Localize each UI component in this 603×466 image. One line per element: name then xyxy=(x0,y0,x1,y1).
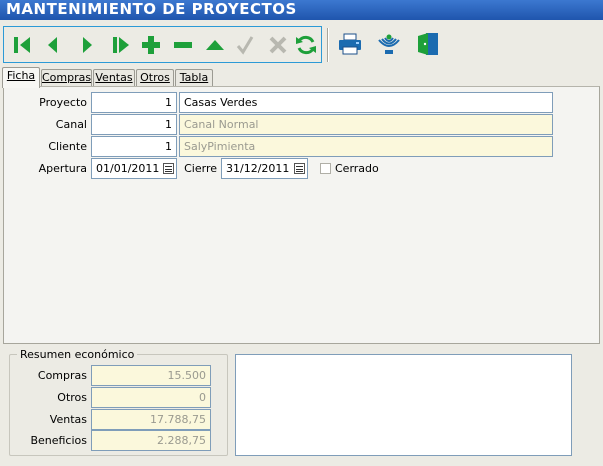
cierre-label: Cierre xyxy=(184,162,217,175)
proyecto-label: Proyecto xyxy=(39,96,87,109)
refresh-icon xyxy=(296,35,316,55)
up-icon xyxy=(206,40,224,50)
refresh-button[interactable] xyxy=(293,32,319,58)
add-record-button[interactable] xyxy=(138,32,164,58)
proyecto-name-field[interactable]: Casas Verdes xyxy=(179,92,553,113)
otros-total-field: 0 xyxy=(91,387,211,408)
canal-code-field[interactable]: 1 xyxy=(91,114,177,135)
beneficios-total-field: 2.288,75 xyxy=(91,430,211,451)
cliente-label: Cliente xyxy=(48,140,87,153)
tab-tabla[interactable]: Tabla xyxy=(175,69,213,87)
tab-otros[interactable]: Otros xyxy=(136,69,174,87)
canal-name-field: Canal Normal xyxy=(179,114,553,135)
cliente-name-field: SalyPimienta xyxy=(179,136,553,157)
signal-icon xyxy=(378,34,400,54)
delete-icon xyxy=(174,42,192,48)
cerrado-checkbox[interactable] xyxy=(320,163,331,174)
cliente-code-field[interactable]: 1 xyxy=(91,136,177,157)
apertura-label: Apertura xyxy=(38,162,87,175)
cierre-date-value: 31/12/2011 xyxy=(226,162,290,175)
calendar-icon[interactable] xyxy=(163,163,174,174)
otros-label: Otros xyxy=(57,391,87,404)
accept-button[interactable] xyxy=(232,32,258,58)
signal-button[interactable] xyxy=(374,30,404,58)
canal-label: Canal xyxy=(55,118,87,131)
calendar-icon[interactable] xyxy=(294,163,305,174)
beneficios-label: Beneficios xyxy=(30,434,87,447)
last-record-button[interactable] xyxy=(108,32,134,58)
add-icon xyxy=(142,36,160,54)
cancel-button[interactable] xyxy=(265,32,291,58)
tab-ficha[interactable]: Ficha xyxy=(2,67,40,88)
next-record-button[interactable] xyxy=(74,32,100,58)
cierre-date-field[interactable]: 31/12/2011 xyxy=(221,158,308,179)
compras-label: Compras xyxy=(37,369,87,382)
tab-compras[interactable]: Compras xyxy=(41,69,92,87)
last-icon xyxy=(113,37,129,53)
apertura-date-field[interactable]: 01/01/2011 xyxy=(91,158,177,179)
toolbar-separator xyxy=(327,28,329,62)
cancel-icon xyxy=(269,36,287,54)
delete-record-button[interactable] xyxy=(170,32,196,58)
first-record-button[interactable] xyxy=(9,32,35,58)
exit-icon xyxy=(418,33,438,55)
edit-record-button[interactable] xyxy=(202,32,228,58)
compras-total-field: 15.500 xyxy=(91,365,211,386)
apertura-date-value: 01/01/2011 xyxy=(96,162,160,175)
print-button[interactable] xyxy=(336,30,364,58)
check-icon xyxy=(236,36,254,55)
next-icon xyxy=(83,37,92,53)
window-title: MANTENIMIENTO DE PROYECTOS xyxy=(0,0,603,20)
exit-button[interactable] xyxy=(414,30,442,58)
resumen-title: Resumen económico xyxy=(17,348,138,361)
proyecto-code-field[interactable]: 1 xyxy=(91,92,177,113)
notes-memo[interactable] xyxy=(235,354,572,456)
cerrado-label: Cerrado xyxy=(335,162,379,175)
ventas-label: Ventas xyxy=(49,413,87,426)
tab-ventas[interactable]: Ventas xyxy=(93,69,135,87)
nav-toolbar xyxy=(3,26,322,63)
first-icon xyxy=(14,37,30,53)
ventas-total-field: 17.788,75 xyxy=(91,409,211,430)
prev-record-button[interactable] xyxy=(40,32,66,58)
print-icon xyxy=(339,33,361,55)
prev-icon xyxy=(48,37,57,53)
